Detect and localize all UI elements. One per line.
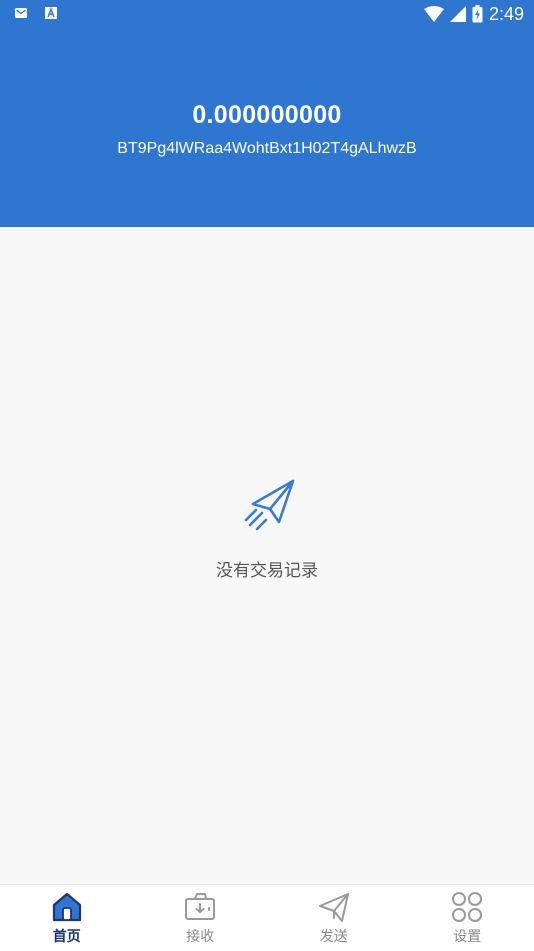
nav-send-label: 发送 bbox=[320, 926, 348, 946]
nav-receive-label: 接收 bbox=[186, 926, 214, 946]
nav-home[interactable]: 首页 bbox=[0, 885, 134, 951]
empty-state: 没有交易记录 bbox=[0, 478, 534, 581]
battery-charging-icon bbox=[472, 5, 483, 23]
wallet-header: 2:49 0.000000000 BT9Pg4lWRaa4WohtBxt1H02… bbox=[0, 0, 534, 227]
nav-send[interactable]: 发送 bbox=[267, 885, 401, 951]
text-icon bbox=[44, 6, 58, 20]
nav-settings-label: 设置 bbox=[453, 926, 481, 946]
wallet-address[interactable]: BT9Pg4lWRaa4WohtBxt1H02T4gALhwzB bbox=[0, 140, 534, 158]
wifi-icon bbox=[424, 6, 444, 22]
wallet-balance: 0.000000000 bbox=[0, 101, 534, 130]
receive-wallet-icon bbox=[183, 890, 217, 924]
rocket-icon bbox=[236, 478, 298, 540]
mail-icon bbox=[14, 6, 28, 20]
settings-grid-icon bbox=[450, 890, 484, 924]
signal-icon bbox=[450, 6, 466, 22]
bottom-nav: 首页 接收 发送 bbox=[0, 884, 534, 951]
status-bar: 2:49 bbox=[0, 0, 534, 28]
nav-home-label: 首页 bbox=[53, 926, 81, 946]
home-icon bbox=[50, 890, 84, 924]
nav-settings[interactable]: 设置 bbox=[401, 885, 534, 951]
send-plane-icon bbox=[317, 890, 351, 924]
nav-receive[interactable]: 接收 bbox=[134, 885, 268, 951]
empty-message: 没有交易记录 bbox=[0, 556, 534, 581]
status-time: 2:49 bbox=[489, 3, 524, 25]
